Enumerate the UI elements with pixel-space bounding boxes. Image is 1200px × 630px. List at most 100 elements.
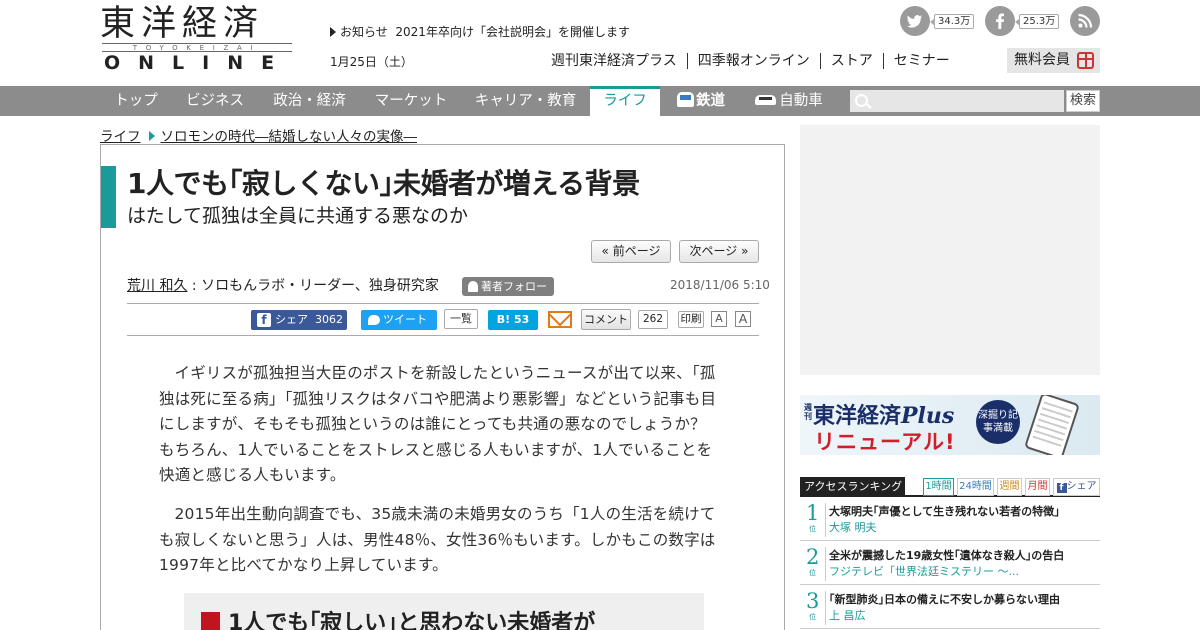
divider <box>825 591 826 625</box>
facebook-count: 25.3万 <box>1014 14 1060 29</box>
publish-date: 2018/11/06 5:10 <box>670 278 770 292</box>
twitter-icon[interactable] <box>900 6 930 36</box>
facebook-share-label: シェア <box>275 313 308 326</box>
rank-number: 3 <box>806 589 820 613</box>
article-paragraph: イギリスが孤独担当大臣のポストを新設したというニュースが出て以来、「孤独は死に至… <box>159 364 722 484</box>
nav-item-market[interactable]: マーケット <box>361 86 461 116</box>
notice-link[interactable]: お知らせ 2021年卒向け「会社説明会」を開催します <box>330 23 630 40</box>
tweet-label: ツイート <box>383 313 427 326</box>
tweet-button[interactable]: ツイート <box>361 310 437 330</box>
free-member-button[interactable]: 無料会員 <box>1007 48 1100 73</box>
author-follow-button[interactable]: 著者フォロー <box>462 277 554 296</box>
current-date: 1月25日（土） <box>330 55 413 69</box>
mail-icon[interactable] <box>548 311 572 328</box>
divider <box>825 503 826 537</box>
article-paragraph: 2015年出生動向調査でも、35歳未満の未婚男女のうち「1人の生活を続けても寂し… <box>159 505 716 574</box>
rank-author[interactable]: フジテレビ「世界法廷ミステリー ～... <box>829 563 1019 579</box>
ranking-tab-weekly[interactable]: 週間 <box>997 478 1022 496</box>
rank-unit: 位 <box>809 613 816 621</box>
article: 1人でも｢寂しくない｣未婚者が増える背景 はたして孤独は全員に共通する悪なのか … <box>100 144 785 630</box>
hatena-count: 53 <box>513 313 530 326</box>
search-input[interactable] <box>850 90 1064 112</box>
ranking-item[interactable]: 2 位 全米が震撼した19歳女性｢遺体なき殺人｣の告白 フジテレビ「世界法廷ミス… <box>800 543 1100 585</box>
logo-romaji: TOYOKEIZAI <box>102 43 292 52</box>
comment-button[interactable]: コメント <box>581 309 631 330</box>
facebook-icon: f <box>1056 483 1067 493</box>
facebook-share-count: 3062 <box>315 313 343 326</box>
ranking-tab-1h[interactable]: 1時間 <box>923 478 954 496</box>
nav-item-career[interactable]: キャリア・教育 <box>461 86 590 116</box>
ranking-header: アクセスランキング 1時間 24時間 週間 月間 f シェア <box>800 477 1100 497</box>
ranking-item[interactable]: 1 位 大塚明夫｢声優として生き残れない若者の特徴｣ 大塚 明夫 <box>800 499 1100 541</box>
ranking-tab-share-label: シェア <box>1066 481 1097 492</box>
rank-title[interactable]: ｢新型肺炎｣日本の備えに不安しか募らない理由 <box>829 591 1060 607</box>
print-button[interactable]: 印刷 <box>678 311 704 328</box>
prev-page-button[interactable]: « 前ページ <box>591 240 671 263</box>
rank-unit: 位 <box>809 525 816 533</box>
divider <box>127 303 759 304</box>
breadcrumb-series[interactable]: ソロモンの時代―結婚しない人々の実像― <box>161 129 418 145</box>
tweet-list-button[interactable]: 一覧 <box>444 309 478 329</box>
ranking-item[interactable]: 3 位 ｢新型肺炎｣日本の備えに不安しか募らない理由 上 昌広 <box>800 587 1100 629</box>
rss-icon[interactable] <box>1070 6 1100 36</box>
facebook-icon[interactable] <box>985 6 1015 36</box>
rank-author[interactable]: 上 昌広 <box>829 607 866 623</box>
site-header: 東洋経済 TOYOKEIZAI ONLINE お知らせ 2021年卒向け「会社説… <box>0 0 1200 86</box>
comment-count: 262 <box>638 310 668 329</box>
title-accent-bar <box>101 166 116 228</box>
logo-online: ONLINE <box>104 52 293 74</box>
facebook-share-button[interactable]: f シェア 3062 <box>251 310 347 330</box>
hatena-bookmark-button[interactable]: B! 53 <box>488 310 538 330</box>
banner-badge: 深掘り記事満載 <box>976 400 1020 444</box>
article-subtitle: はたして孤独は全員に共通する悪なのか <box>127 205 469 227</box>
toyo-plus-banner[interactable]: 週刊 東洋経済Plus リニューアル! 深掘り記事満載 <box>800 395 1100 455</box>
logo-kanji: 東洋経済 <box>100 4 265 44</box>
notice-text: 2021年卒向け「会社説明会」を開催します <box>395 25 630 39</box>
nav-item-politics-economy[interactable]: 政治・経済 <box>258 86 361 116</box>
next-page-button[interactable]: 次ページ » <box>679 240 759 263</box>
top-nav-shikiho[interactable]: 四季報オンライン <box>686 53 820 69</box>
gift-icon <box>1077 52 1094 69</box>
rank-unit: 位 <box>809 569 816 577</box>
top-nav-store[interactable]: ストア <box>819 53 883 69</box>
divider <box>825 547 826 581</box>
ad-slot <box>800 125 1100 375</box>
nav-item-life[interactable]: ライフ <box>590 86 660 116</box>
divider <box>127 335 759 336</box>
free-member-label: 無料会員 <box>1014 52 1070 68</box>
ranking-tab-monthly[interactable]: 月間 <box>1025 478 1050 496</box>
author-line: 荒川 和久 : ソロもんラボ・リーダー、独身研究家 <box>127 275 439 295</box>
nav-item-top[interactable]: トップ <box>100 86 172 116</box>
train-icon <box>677 92 694 107</box>
banner-weekly: 週刊 <box>804 403 812 421</box>
ranking-tab-share[interactable]: f シェア <box>1053 478 1100 496</box>
breadcrumb-section[interactable]: ライフ <box>100 129 141 145</box>
nav-item-auto[interactable]: 自動車 <box>748 86 830 116</box>
breadcrumb: ライフ ソロモンの時代―結婚しない人々の実像― <box>100 125 417 145</box>
nav-item-business[interactable]: ビジネス <box>172 86 258 116</box>
rank-author[interactable]: 大塚 明夫 <box>829 519 877 535</box>
font-large-button[interactable]: A <box>735 311 751 327</box>
top-nav: 週刊東洋経済プラス 四季報オンライン ストア セミナー <box>541 52 960 70</box>
car-icon <box>755 95 777 105</box>
rank-title[interactable]: 大塚明夫｢声優として生き残れない若者の特徴｣ <box>829 503 1060 519</box>
ranking-tab-24h[interactable]: 24時間 <box>957 478 994 496</box>
search-icon <box>855 94 868 107</box>
nav-item-railway[interactable]: 鉄道 <box>662 86 740 116</box>
rank-number: 2 <box>806 545 820 569</box>
facebook-icon: f <box>257 313 271 327</box>
triangle-right-icon <box>330 27 336 37</box>
top-nav-seminar[interactable]: セミナー <box>882 53 960 69</box>
figure-heading: 1人でも｢寂しい｣と思わない未婚者が <box>228 611 596 630</box>
hatena-icon: B! <box>496 313 511 326</box>
rank-number: 1 <box>806 501 820 525</box>
site-logo[interactable]: 東洋経済 TOYOKEIZAI ONLINE <box>100 4 293 74</box>
rank-title[interactable]: 全米が震撼した19歳女性｢遺体なき殺人｣の告白 <box>829 547 1064 563</box>
triangle-right-icon <box>148 131 155 141</box>
author-name[interactable]: 荒川 和久 <box>127 278 187 294</box>
ranking-title: アクセスランキング <box>800 477 905 497</box>
author-role: : ソロもんラボ・リーダー、独身研究家 <box>187 278 439 294</box>
top-nav-weekly-plus[interactable]: 週刊東洋経済プラス <box>541 53 687 69</box>
search-button[interactable]: 検索 <box>1066 90 1100 112</box>
font-small-button[interactable]: A <box>711 311 727 327</box>
